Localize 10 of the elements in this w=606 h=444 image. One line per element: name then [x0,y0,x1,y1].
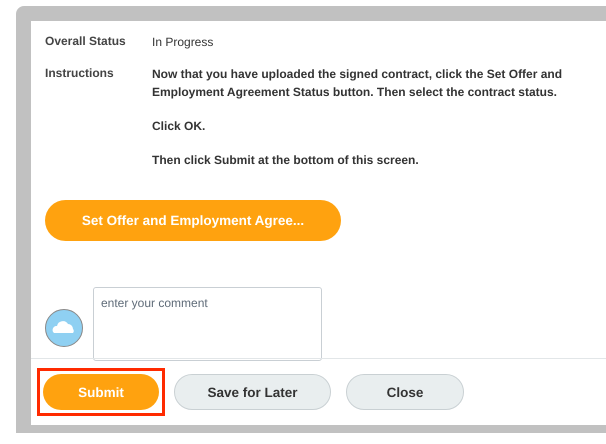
save-button[interactable]: Save for Later [174,374,331,410]
field-label: Overall Status [45,33,127,50]
close-button[interactable]: Close [346,374,464,410]
field-label: Instructions [45,65,115,82]
avatar-icon [45,309,83,347]
instruction-text: Click OK. [152,118,206,135]
instruction-text: Then click Submit at the bottom of this screen. [152,152,420,169]
instruction-text: Now that you have uploaded the signed contract, click the Set Offer and Employment Agreement Status button. Then select the contract status. [152,66,564,101]
comment-field[interactable]: enter your comment [93,287,322,361]
field-value: In Progress [152,34,214,51]
